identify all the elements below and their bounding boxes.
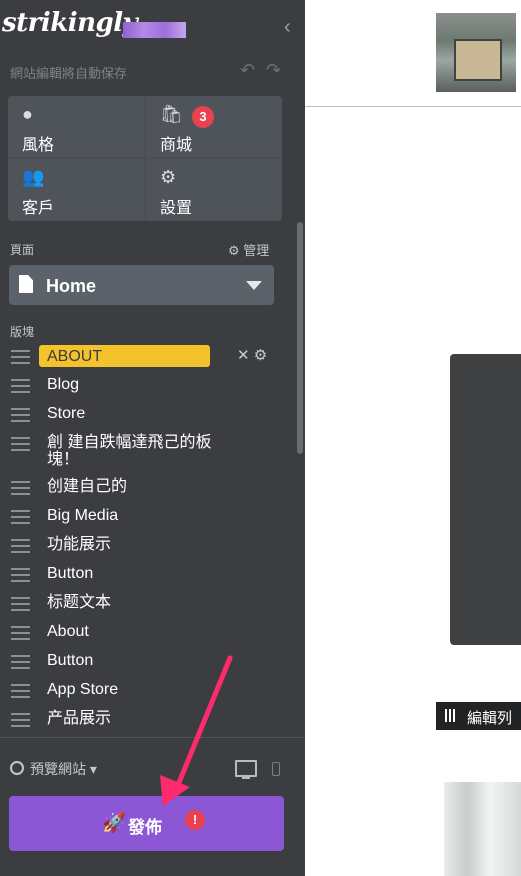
annotation-arrow — [160, 655, 233, 806]
